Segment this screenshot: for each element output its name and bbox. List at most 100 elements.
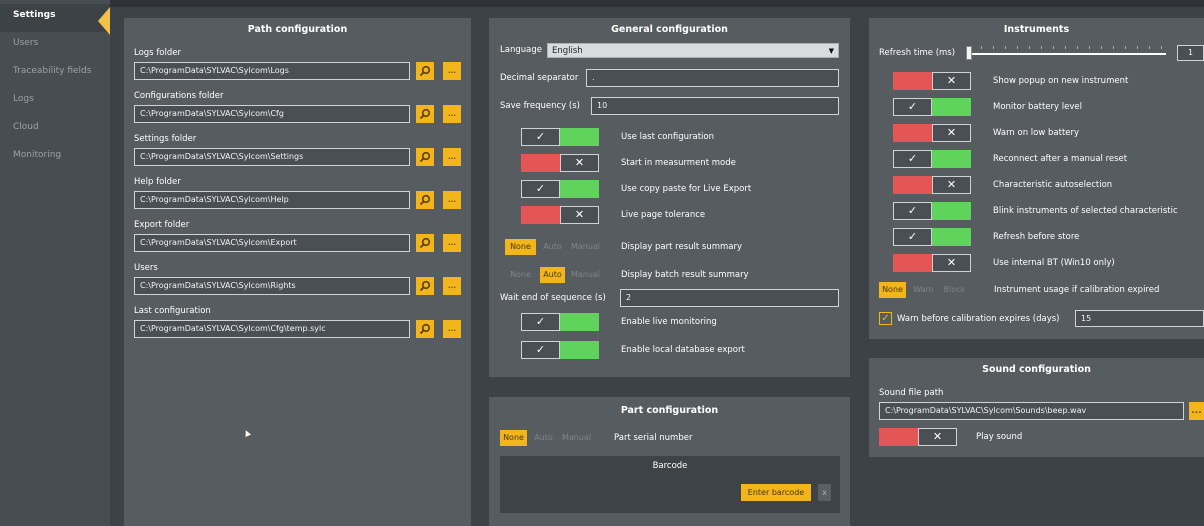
cross-icon: ✕ — [946, 74, 957, 87]
folder-path-input[interactable]: C:\ProgramData\SYLVAC\Sylcom\Cfg — [134, 105, 410, 123]
usage-option-block[interactable]: Block — [941, 282, 968, 298]
browse-folder-button[interactable] — [416, 234, 434, 252]
browse-folder-button[interactable] — [416, 191, 434, 209]
part-summary-option-auto[interactable]: Auto — [540, 239, 565, 255]
part-summary-option-manual[interactable]: Manual — [569, 239, 602, 255]
general-toggle[interactable]: ✕ — [521, 206, 599, 224]
refresh-time-slider-knob[interactable] — [966, 46, 972, 60]
slider-tick — [1077, 46, 1078, 49]
sidebar: Settings Users Traceability fields Logs … — [0, 0, 110, 526]
instrument-toggle-label: Refresh before store — [993, 232, 1080, 242]
search-icon — [419, 194, 431, 206]
general-toggle[interactable]: ✓ — [521, 128, 599, 146]
save-frequency-input[interactable]: 10 — [591, 97, 839, 115]
general-toggle[interactable]: ✕ — [521, 154, 599, 172]
slider-tick — [1005, 46, 1006, 49]
more-options-button[interactable]: ... — [443, 148, 461, 166]
mouse-cursor-icon — [243, 429, 251, 437]
folder-path-input[interactable]: C:\ProgramData\SYLVAC\Sylcom\Help — [134, 191, 410, 209]
more-options-button[interactable]: ... — [443, 191, 461, 209]
slider-tick — [1101, 46, 1102, 49]
part-summary-option-none[interactable]: None — [505, 239, 536, 255]
batch-summary-option-auto[interactable]: Auto — [540, 267, 565, 283]
play-sound-toggle[interactable]: ✕ — [879, 428, 957, 446]
folder-path-input[interactable]: C:\ProgramData\SYLVAC\Sylcom\Logs — [134, 62, 410, 80]
folder-label: Users — [134, 263, 158, 273]
sidebar-item-users[interactable]: Users — [0, 32, 110, 60]
folder-path-input[interactable]: C:\ProgramData\SYLVAC\Sylcom\Rights — [134, 277, 410, 295]
browse-folder-button[interactable] — [416, 320, 434, 338]
folder-path-input[interactable]: C:\ProgramData\SYLVAC\Sylcom\Export — [134, 234, 410, 252]
folder-path-input[interactable]: C:\ProgramData\SYLVAC\Sylcom\Settings — [134, 148, 410, 166]
general-toggle-label: Enable live monitoring — [621, 317, 717, 327]
more-options-button[interactable]: ... — [443, 62, 461, 80]
instrument-toggle-label: Blink instruments of selected characteri… — [993, 206, 1178, 216]
barcode-box: Barcode Enter barcode x — [500, 456, 840, 513]
part-serial-label: Part serial number — [614, 433, 693, 443]
instrument-toggle[interactable]: ✓ — [893, 228, 971, 246]
clear-barcode-button[interactable]: x — [818, 484, 831, 501]
barcode-title: Barcode — [652, 461, 688, 471]
cross-icon: ✕ — [946, 126, 957, 139]
enter-barcode-button[interactable]: Enter barcode — [741, 484, 811, 501]
part-serial-option-manual[interactable]: Manual — [560, 430, 593, 446]
instrument-toggle-label: Warn on low battery — [993, 128, 1080, 138]
instrument-toggle[interactable]: ✕ — [893, 124, 971, 142]
warn-calibration-checkbox[interactable]: ✓ — [879, 312, 892, 325]
sidebar-item-label: Logs — [13, 94, 34, 104]
instrument-toggle[interactable]: ✓ — [893, 202, 971, 220]
instrument-toggle[interactable]: ✕ — [893, 72, 971, 90]
language-select[interactable]: English ▼ — [547, 43, 839, 58]
search-icon — [419, 237, 431, 249]
checkmark-icon: ✓ — [535, 343, 546, 356]
panel-title: Instruments — [1003, 24, 1070, 35]
instrument-toggle[interactable]: ✕ — [893, 254, 971, 272]
toggle-fill — [560, 341, 599, 359]
sound-browse-button[interactable]: ... — [1189, 402, 1204, 420]
more-options-button[interactable]: ... — [443, 277, 461, 295]
browse-folder-button[interactable] — [416, 148, 434, 166]
panel-title: Sound configuration — [982, 364, 1091, 375]
batch-summary-option-manual[interactable]: Manual — [569, 267, 602, 283]
slider-tick — [1149, 46, 1150, 49]
general-toggle-label: Use last configuration — [621, 132, 714, 142]
part-summary-label: Display part result summary — [621, 242, 743, 252]
part-serial-option-none[interactable]: None — [500, 430, 527, 446]
sidebar-item-traceability[interactable]: Traceability fields — [0, 60, 110, 88]
browse-folder-button[interactable] — [416, 105, 434, 123]
instrument-toggle[interactable]: ✓ — [893, 150, 971, 168]
usage-option-none[interactable]: None — [879, 282, 906, 298]
checkmark-icon: ✓ — [535, 130, 546, 143]
decimal-separator-input[interactable]: . — [586, 69, 839, 87]
toggle-fill — [932, 228, 971, 246]
warn-calibration-input[interactable]: 15 — [1075, 310, 1204, 327]
general-toggle[interactable]: ✓ — [521, 313, 599, 331]
instrument-toggle-label: Use internal BT (Win10 only) — [993, 258, 1115, 268]
more-options-button[interactable]: ... — [443, 320, 461, 338]
sidebar-item-monitoring[interactable]: Monitoring — [0, 144, 110, 172]
general-toggle[interactable]: ✓ — [521, 180, 599, 198]
wait-sequence-input[interactable]: 2 — [620, 289, 839, 307]
sidebar-item-settings[interactable]: Settings — [0, 4, 110, 35]
slider-tick — [981, 46, 982, 49]
folder-path-input[interactable]: C:\ProgramData\SYLVAC\Sylcom\Cfg\temp.sy… — [134, 320, 410, 338]
more-options-button[interactable]: ... — [443, 105, 461, 123]
sidebar-item-cloud[interactable]: Cloud — [0, 116, 110, 144]
batch-summary-option-none[interactable]: None — [505, 267, 536, 283]
part-serial-option-auto[interactable]: Auto — [531, 430, 556, 446]
instrument-toggle[interactable]: ✓ — [893, 98, 971, 116]
instrument-toggle[interactable]: ✕ — [893, 176, 971, 194]
sidebar-item-label: Users — [13, 38, 39, 48]
panel-title: General configuration — [611, 24, 728, 35]
sound-path-input[interactable]: C:\ProgramData\SYLVAC\Sylcom\Sounds\beep… — [879, 402, 1184, 420]
browse-folder-button[interactable] — [416, 62, 434, 80]
browse-folder-button[interactable] — [416, 277, 434, 295]
refresh-time-slider-track[interactable] — [966, 53, 1166, 55]
general-toggle[interactable]: ✓ — [521, 341, 599, 359]
toggle-fill — [521, 154, 560, 172]
slider-tick — [1113, 46, 1114, 49]
sidebar-item-logs[interactable]: Logs — [0, 88, 110, 116]
refresh-time-input[interactable]: 1 — [1177, 45, 1204, 61]
more-options-button[interactable]: ... — [443, 234, 461, 252]
usage-option-warn[interactable]: Warn — [910, 282, 937, 298]
